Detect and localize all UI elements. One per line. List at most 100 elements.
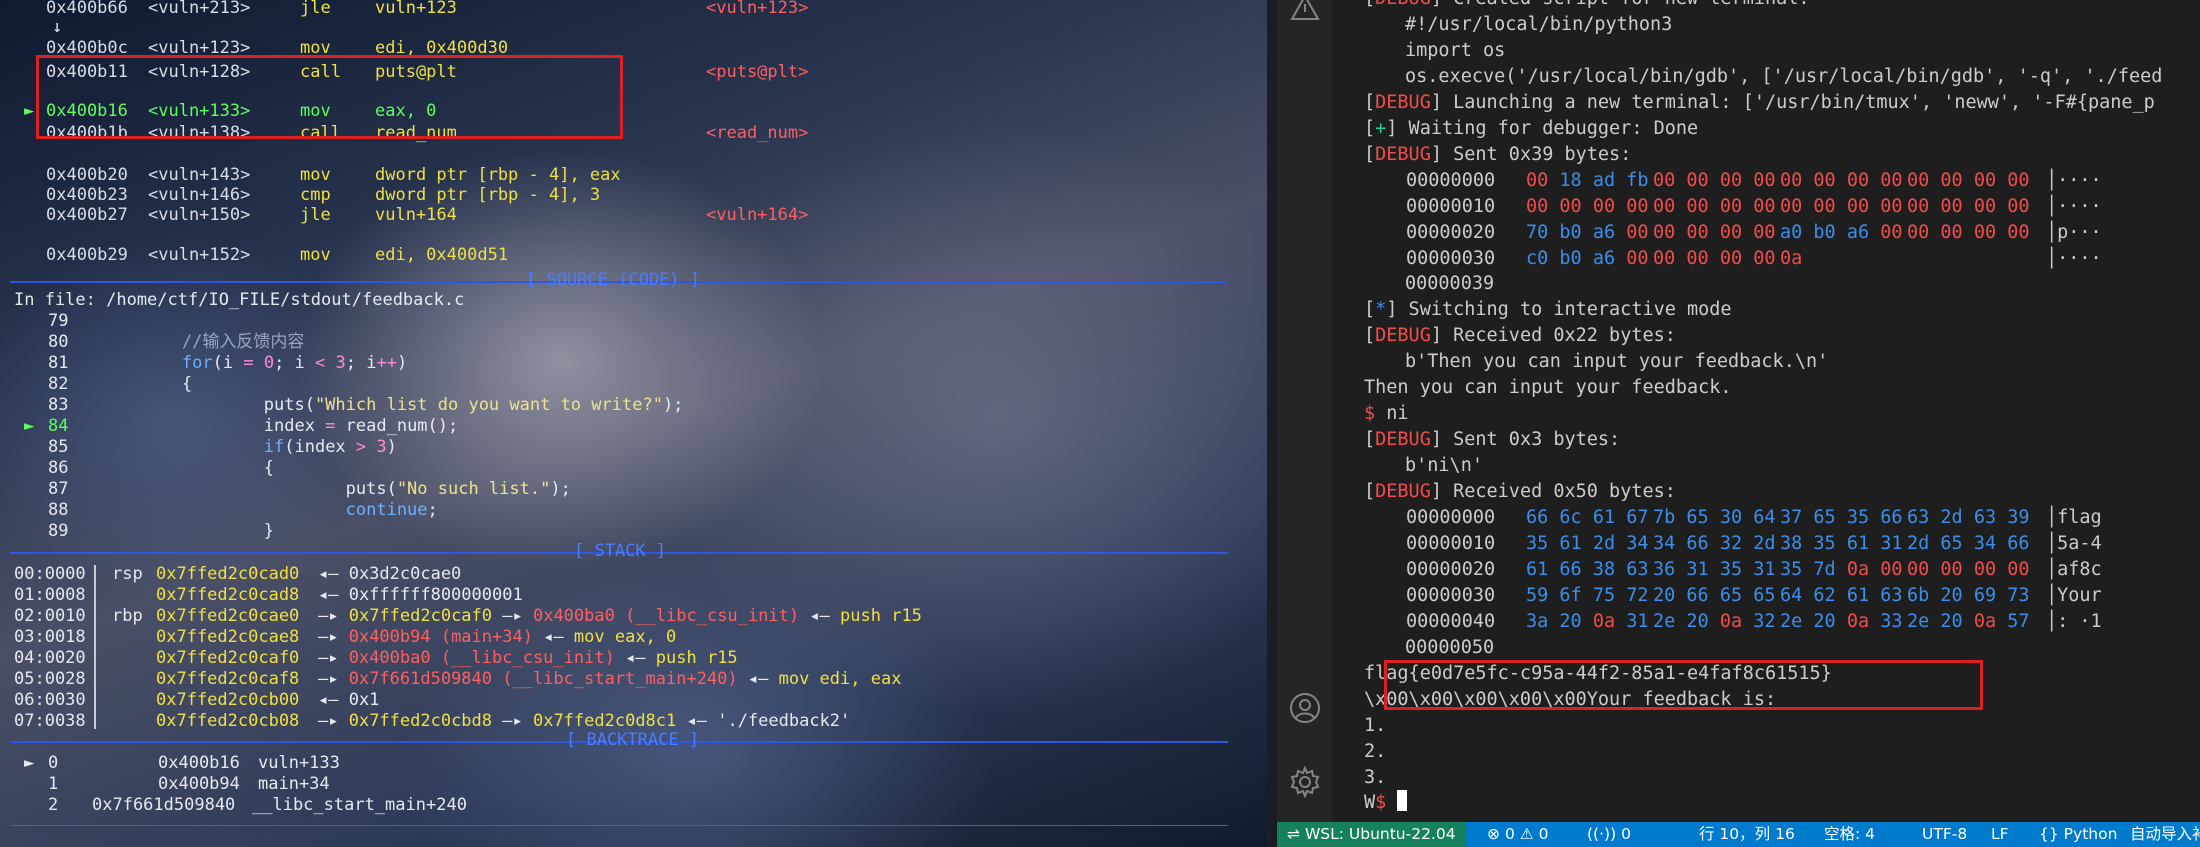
hex-ascii: │5a-4 bbox=[2046, 532, 2102, 554]
ports-indicator[interactable]: ((·)) 0 bbox=[1587, 822, 1631, 847]
hex-space bbox=[1675, 248, 1686, 269]
hex-byte: 63 bbox=[1880, 584, 1903, 606]
code-token: //输入反馈内容 bbox=[181, 332, 305, 352]
hex-byte: 65 bbox=[1940, 532, 1963, 554]
frame-symbol: main+34 bbox=[258, 774, 330, 794]
hex-space bbox=[1615, 222, 1626, 243]
code-token: { bbox=[100, 374, 193, 394]
pane-divider[interactable] bbox=[1267, 0, 1277, 847]
hex-ascii: │Your bbox=[2046, 584, 2102, 606]
stack-token: 0x7f661d509840 (__libc_start_main+240) bbox=[348, 669, 738, 689]
hex-space bbox=[1615, 559, 1626, 580]
hex-space bbox=[1929, 533, 1940, 554]
terminal-line: 00000030 59 6f 75 72 20 66 65 65 64 62 61 6… bbox=[1364, 583, 2200, 609]
disasm-mnemonic: mov bbox=[300, 165, 331, 185]
source-line-number: 80 bbox=[48, 332, 69, 352]
hex-offset: 00000020 bbox=[1406, 221, 1496, 243]
hex-space bbox=[1836, 222, 1847, 243]
hex-byte: 32 bbox=[1753, 610, 1776, 632]
stack-token: ◂— bbox=[799, 606, 841, 626]
stack-address: 0x7ffed2c0caf8 bbox=[156, 669, 300, 689]
code-token: "Which list do you want to write?" bbox=[314, 395, 663, 415]
code-token: ) bbox=[396, 353, 408, 373]
hex-bytes: a0 b0 a6 00 bbox=[1780, 220, 1903, 246]
hex-byte: 33 bbox=[1880, 610, 1903, 632]
hex-byte: 0a bbox=[1719, 610, 1743, 632]
hex-byte: 00 bbox=[1940, 221, 1963, 243]
disasm-mnemonic: jle bbox=[300, 205, 331, 225]
problems-indicator[interactable]: ⊗ 0 ⚠ 0 bbox=[1487, 822, 1548, 847]
hex-space bbox=[1869, 611, 1880, 632]
hex-space bbox=[1996, 533, 2007, 554]
hex-byte: 00 bbox=[1973, 221, 1997, 243]
hex-space bbox=[1548, 507, 1559, 528]
terminal-line: [DEBUG] Received 0x50 bytes: bbox=[1364, 479, 2200, 505]
hex-byte: 00 bbox=[1940, 169, 1963, 191]
log-text: Created script for new terminal: bbox=[1442, 0, 1809, 9]
gdb-terminal-pane[interactable]: 0x400b66 <vuln+213> jle vuln+123 <vuln+123> ↓… bbox=[0, 0, 1277, 847]
log-bracket: ] bbox=[1386, 117, 1398, 139]
code-token: "No such list." bbox=[396, 479, 551, 499]
hex-bytes: 20 66 65 65 bbox=[1653, 583, 1776, 609]
hex-bytes: 66 6c 61 67 bbox=[1526, 505, 1649, 531]
terminal-line: 00000030 c0 b0 a6 00 00 00 00 00 0a │···· bbox=[1364, 246, 2200, 272]
log-bracket: ] bbox=[1430, 91, 1442, 113]
hex-byte: 64 bbox=[1780, 584, 1803, 606]
cursor-position[interactable]: 行 10，列 16 bbox=[1699, 822, 1795, 847]
hex-space bbox=[1869, 585, 1880, 606]
hex-byte: 66 bbox=[1559, 558, 1582, 580]
code-token: continue bbox=[345, 500, 428, 520]
encoding[interactable]: UTF-8 bbox=[1922, 822, 1967, 847]
hex-byte: 75 bbox=[1592, 584, 1616, 606]
hex-space bbox=[1836, 533, 1847, 554]
account-icon[interactable] bbox=[1289, 692, 1321, 724]
hex-byte: 69 bbox=[1973, 584, 1997, 606]
hex-byte: 2e bbox=[1653, 610, 1676, 632]
language-mode[interactable]: {} Python bbox=[2039, 822, 2117, 847]
disasm-address: 0x400b20 bbox=[46, 165, 128, 185]
hex-bytes: 35 61 2d 34 bbox=[1526, 531, 1649, 557]
stack-offset: 03:0018 bbox=[14, 627, 86, 647]
hex-byte: 39 bbox=[2007, 507, 2030, 528]
hex-space bbox=[1582, 222, 1593, 243]
output-text: import os bbox=[1405, 39, 1506, 61]
settings-icon[interactable] bbox=[1289, 766, 1321, 798]
hex-byte: 00 bbox=[1719, 247, 1743, 269]
stack-token: mov eax, 0 bbox=[573, 627, 677, 647]
backtrace-line: 1 0x400b94 main+34 bbox=[0, 774, 1270, 795]
log-tag: DEBUG bbox=[1375, 481, 1431, 503]
hex-space bbox=[1675, 611, 1686, 632]
source-line: 85 if(index > 3) bbox=[0, 437, 1270, 458]
hex-byte: 3a bbox=[1526, 610, 1549, 632]
hex-byte: a0 bbox=[1780, 221, 1803, 243]
code-token: puts( bbox=[100, 479, 397, 499]
source-line-text: { bbox=[100, 458, 274, 479]
hex-space bbox=[1963, 170, 1974, 191]
stack-token: mov edi, eax bbox=[778, 669, 902, 689]
status-extra[interactable]: 自动导入补全 bbox=[2130, 822, 2200, 847]
remote-indicator[interactable]: ⇌ WSL: Ubuntu-22.04 bbox=[1277, 822, 1466, 847]
hex-byte: 31 bbox=[1880, 532, 1903, 554]
hex-byte: 20 bbox=[1940, 584, 1963, 606]
hex-byte: 00 bbox=[1940, 558, 1963, 580]
hex-space bbox=[1963, 222, 1974, 243]
disasm-line: ↓ bbox=[0, 17, 1270, 38]
hex-byte: 34 bbox=[1653, 532, 1676, 554]
current-marker: ► bbox=[24, 101, 35, 121]
warning-icon[interactable] bbox=[1289, 0, 1321, 24]
source-line: 87 puts("No such list."); bbox=[0, 479, 1270, 500]
stack-banner: [ STACK ] bbox=[574, 541, 667, 561]
hex-byte: a6 bbox=[1592, 247, 1616, 269]
source-line-number: 89 bbox=[48, 521, 69, 541]
hex-byte: 38 bbox=[1780, 532, 1803, 554]
log-bracket: ] bbox=[1431, 0, 1442, 9]
code-token: (index bbox=[284, 437, 356, 457]
hex-space bbox=[1742, 585, 1753, 606]
terminal-line: 00000010 35 61 2d 34 34 66 32 2d 38 35 61 3… bbox=[1364, 531, 2200, 557]
indentation[interactable]: 空格: 4 bbox=[1824, 822, 1875, 847]
eol[interactable]: LF bbox=[1991, 822, 2009, 847]
disasm-address: 0x400b29 bbox=[46, 245, 128, 265]
terminal-line: import os bbox=[1405, 38, 2200, 64]
stack-token: ◂— 0x1 bbox=[318, 690, 380, 710]
